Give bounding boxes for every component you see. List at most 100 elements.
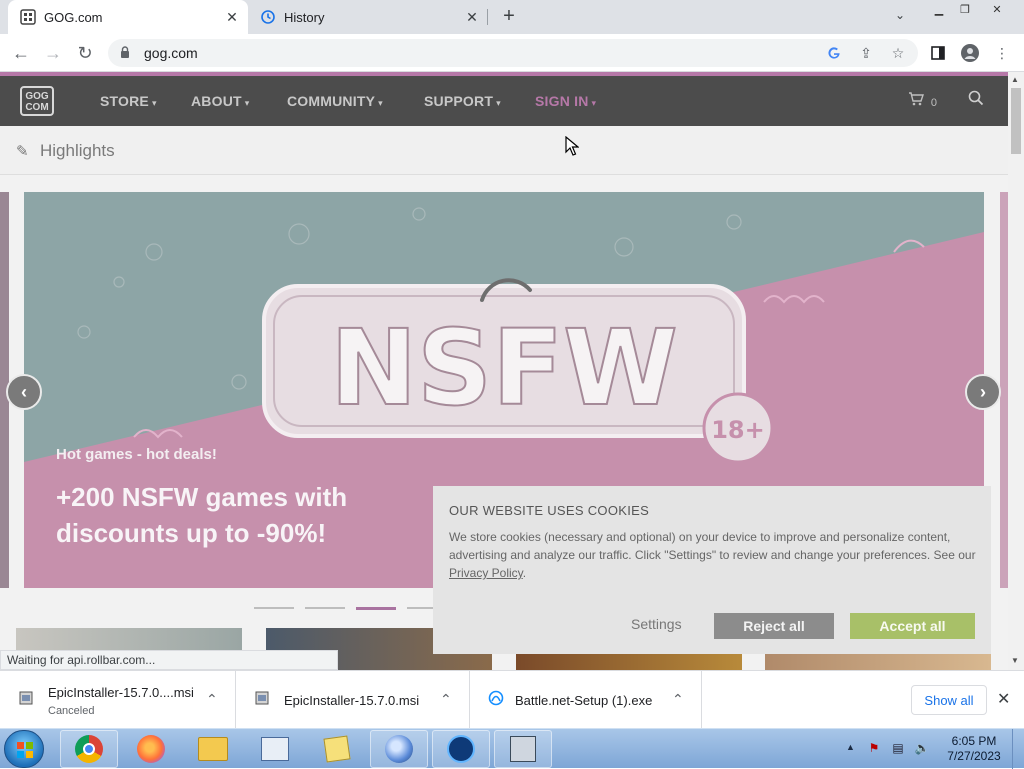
chevron-up-icon[interactable]: ⌃ <box>440 691 452 708</box>
close-icon[interactable]: ✕ <box>222 7 242 27</box>
scrollbar-thumb[interactable] <box>1011 88 1021 154</box>
volume-muted-icon[interactable]: 🔈 <box>914 741 930 757</box>
taskbar-app[interactable] <box>370 730 428 768</box>
banner-subtitle: Hot games - hot deals! <box>56 446 217 463</box>
system-clock[interactable]: 6:05 PM 7/27/2023 <box>944 734 1004 764</box>
installer-file-icon <box>254 690 270 710</box>
menu-community[interactable]: COMMUNITY ▾ <box>287 93 383 109</box>
tab-strip: GOG.com ✕ History ✕ + ⌄ ▁ ❐ ✕ <box>0 0 1024 34</box>
menu-sign-in[interactable]: SIGN IN ▾ <box>535 93 596 109</box>
chevron-down-icon: ▾ <box>151 98 157 108</box>
search-icon[interactable] <box>968 90 984 111</box>
forward-arrow-icon[interactable]: → <box>40 40 66 66</box>
restore-icon[interactable]: ❐ <box>952 0 978 18</box>
page-scrollbar[interactable]: ▲ ▼ <box>1008 72 1024 670</box>
highlights-bar: ✎ Highlights <box>0 126 1008 175</box>
menu-support[interactable]: SUPPORT ▾ <box>424 93 501 109</box>
reload-icon[interactable]: ↻ <box>72 40 98 66</box>
cookie-title: OUR WEBSITE USES COOKIES <box>449 503 650 518</box>
back-arrow-icon[interactable]: ← <box>8 40 34 66</box>
banner-art-text: NSFW <box>330 307 678 429</box>
show-desktop-button[interactable] <box>1012 729 1024 769</box>
gog-favicon-icon <box>20 9 36 25</box>
clock-date: 7/27/2023 <box>947 749 1001 763</box>
lock-icon <box>120 45 134 61</box>
pen-icon: ✎ <box>16 143 29 160</box>
start-button[interactable] <box>4 730 44 768</box>
carousel-next-chevron-icon[interactable]: › <box>965 374 1001 410</box>
gog-header: GOG COM STORE ▾ ABOUT ▾ COMMUNITY ▾ SUPPORT… <box>0 76 1008 126</box>
show-hidden-icons-icon[interactable]: ▲ <box>846 742 855 752</box>
carousel-dot-active[interactable] <box>356 607 396 610</box>
menu-store[interactable]: STORE ▾ <box>100 93 157 109</box>
menu-about[interactable]: ABOUT ▾ <box>191 93 250 109</box>
taskbar-explorer[interactable] <box>184 730 242 768</box>
tab-history[interactable]: History ✕ <box>252 0 488 34</box>
taskbar-battlenet[interactable] <box>432 730 490 768</box>
download-item[interactable]: EpicInstaller-15.7.0....msi Canceled ⌃ <box>0 671 236 729</box>
url-text: gog.com <box>144 45 198 61</box>
gog-logo-text: GOG COM <box>25 91 49 113</box>
profile-avatar-icon[interactable] <box>960 43 980 63</box>
clock-time: 6:05 PM <box>951 734 997 748</box>
google-icon[interactable] <box>824 43 844 63</box>
battlenet-icon <box>447 735 475 763</box>
download-filename: EpicInstaller-15.7.0.msi <box>284 693 420 708</box>
cart-button[interactable]: 0 <box>908 92 937 109</box>
page-viewport: GOG COM STORE ▾ ABOUT ▾ COMMUNITY ▾ SUPPORT… <box>0 72 1008 670</box>
tab-gog[interactable]: GOG.com ✕ <box>8 0 248 34</box>
battlenet-icon <box>488 690 504 710</box>
tab-search-chevron-icon[interactable]: ⌄ <box>895 8 905 22</box>
next-slide-peek <box>1000 192 1008 588</box>
chevron-down-icon: ▾ <box>591 98 597 108</box>
taskbar-control-panel[interactable] <box>246 730 304 768</box>
chevron-up-icon[interactable]: ⌃ <box>672 691 684 708</box>
chevron-down-icon: ▾ <box>378 98 383 108</box>
download-filename: EpicInstaller-15.7.0....msi <box>48 685 194 700</box>
close-icon[interactable]: ✕ <box>997 689 1010 709</box>
menu-label: SIGN IN <box>535 93 589 109</box>
kebab-menu-icon[interactable]: ⋮ <box>992 43 1012 63</box>
privacy-policy-link[interactable]: Privacy Policy <box>449 566 523 580</box>
status-bubble: Waiting for api.rollbar.com... <box>0 650 338 670</box>
cookie-settings-button[interactable]: Settings <box>631 616 682 632</box>
control-panel-icon <box>261 737 289 761</box>
cookie-body-text: We store cookies (necessary and optional… <box>449 530 976 562</box>
side-panel-icon[interactable] <box>928 43 948 63</box>
taskbar-firefox[interactable] <box>122 730 180 768</box>
cart-count: 0 <box>930 97 938 109</box>
flag-alert-icon[interactable]: ⚑ <box>866 741 882 757</box>
address-bar[interactable]: gog.com <box>108 39 918 67</box>
carousel-dot[interactable] <box>407 607 433 609</box>
new-tab-plus-icon[interactable]: + <box>498 6 520 28</box>
gog-logo[interactable]: GOG COM <box>20 86 54 116</box>
show-all-button[interactable]: Show all <box>911 685 987 715</box>
bookmark-star-icon[interactable]: ☆ <box>888 43 908 63</box>
carousel-dot[interactable] <box>254 607 294 609</box>
menu-label: ABOUT <box>191 93 242 109</box>
reject-all-button[interactable]: Reject all <box>714 613 834 639</box>
chevron-up-icon[interactable]: ⌃ <box>206 691 218 708</box>
section-title: Highlights <box>40 141 115 160</box>
browser-toolbar: ← → ↻ gog.com ⇪ ☆ ⋮ <box>0 34 1024 72</box>
taskbar-chrome[interactable] <box>60 730 118 768</box>
taskbar-notes[interactable] <box>308 730 366 768</box>
download-item[interactable]: Battle.net-Setup (1).exe ⌃ <box>470 671 702 729</box>
cookie-body: We store cookies (necessary and optional… <box>449 528 977 582</box>
scroll-down-icon[interactable]: ▼ <box>1011 656 1019 665</box>
accept-all-button[interactable]: Accept all <box>850 613 975 639</box>
window-close-icon[interactable]: ✕ <box>984 0 1010 18</box>
chevron-down-icon: ▾ <box>244 98 250 108</box>
taskbar-installer[interactable] <box>494 730 552 768</box>
minimize-icon[interactable]: ▁ <box>926 0 952 18</box>
share-icon[interactable]: ⇪ <box>856 43 876 63</box>
carousel-dot[interactable] <box>305 607 345 609</box>
close-icon[interactable]: ✕ <box>462 7 482 27</box>
scroll-up-icon[interactable]: ▲ <box>1011 75 1019 84</box>
download-item[interactable]: EpicInstaller-15.7.0.msi ⌃ <box>236 671 470 729</box>
menu-label: SUPPORT <box>424 93 494 109</box>
cookie-consent-dialog: OUR WEBSITE USES COOKIES We store cookie… <box>433 486 991 654</box>
installer-file-icon <box>18 690 34 710</box>
carousel-prev-chevron-icon[interactable]: ‹ <box>6 374 42 410</box>
network-icon[interactable]: ▤ <box>890 741 906 757</box>
